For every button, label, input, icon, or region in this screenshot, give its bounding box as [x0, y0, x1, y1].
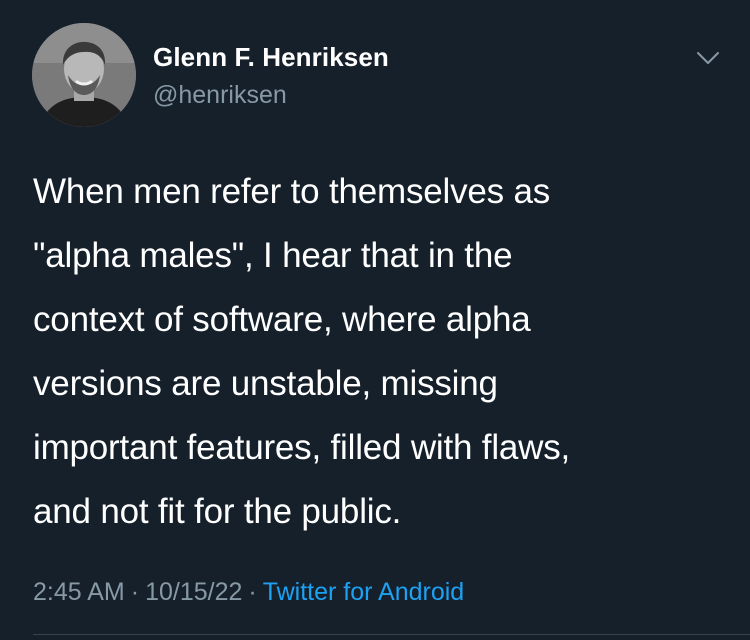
tweet-card: Glenn F. Henriksen @henriksen When men r…	[0, 0, 750, 640]
tweet-text-line: "alpha males", I hear that in the	[33, 236, 513, 275]
tweet-text-line: When men refer to themselves as	[33, 172, 551, 211]
author-display-name[interactable]: Glenn F. Henriksen	[153, 41, 389, 73]
author-handle[interactable]: @henriksen	[153, 79, 389, 111]
author-info: Glenn F. Henriksen @henriksen	[153, 41, 389, 111]
tweet-text-line: and not fit for the public.	[33, 492, 402, 531]
avatar[interactable]	[32, 23, 136, 127]
tweet-date[interactable]: 10/15/22	[145, 578, 242, 606]
tweet-time[interactable]: 2:45 AM	[33, 578, 125, 606]
tweet-text: When men refer to themselves as "alpha m…	[33, 160, 733, 544]
meta-separator: ·	[130, 578, 140, 606]
tweet-text-line: context of software, where alpha	[33, 300, 531, 339]
tweet-meta: 2:45 AM · 10/15/22 · Twitter for Android	[33, 575, 464, 609]
profile-photo-icon	[32, 23, 136, 127]
meta-separator: ·	[248, 578, 257, 606]
tweet-source-link[interactable]: Twitter for Android	[263, 578, 464, 606]
chevron-down-icon[interactable]	[694, 44, 722, 72]
tweet-text-line: versions are unstable, missing	[33, 364, 498, 403]
tweet-text-line: important features, filled with flaws,	[33, 428, 571, 467]
divider	[33, 634, 750, 635]
